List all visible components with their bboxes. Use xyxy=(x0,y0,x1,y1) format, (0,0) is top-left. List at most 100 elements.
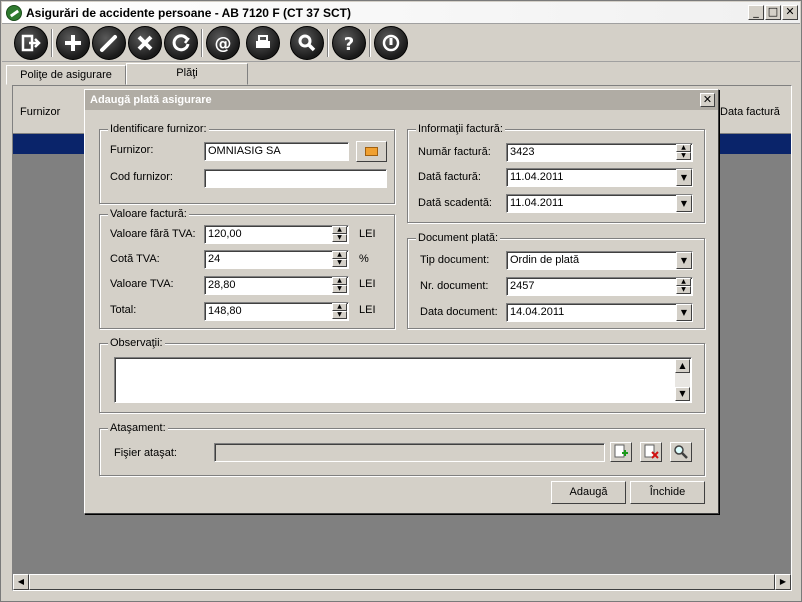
add-payment-dialog: Adaugă plată asigurare ✕ Identificare fu… xyxy=(84,89,719,514)
data-factura-field[interactable]: 11.04.2011 xyxy=(506,168,693,187)
tip-document-label: Tip document: xyxy=(420,254,490,266)
cota-tva-label: Cotă TVA: xyxy=(110,253,160,265)
toolbar-separator xyxy=(51,29,53,57)
toolbar: @ ? xyxy=(2,24,800,62)
group-informatii-label: Informaţii factură: xyxy=(416,123,505,135)
dialog-close-button[interactable]: ✕ xyxy=(700,93,715,107)
toolbar-separator xyxy=(327,29,329,57)
group-valoare-label: Valoare factură: xyxy=(108,208,189,220)
data-document-field[interactable]: 14.04.2011 xyxy=(506,303,693,322)
svg-text:?: ? xyxy=(344,34,354,55)
total-stepper[interactable]: ▲ ▼ xyxy=(332,303,347,320)
cota-tva-stepper[interactable]: ▲ ▼ xyxy=(332,251,347,268)
cota-tva-field[interactable]: 24 xyxy=(204,250,349,269)
valoare-tva-field[interactable]: 28,80 xyxy=(204,276,349,295)
maximize-button[interactable]: □ xyxy=(765,5,781,20)
scroll-left-icon[interactable]: ◀ xyxy=(13,574,29,590)
valoare-fara-tva-label: Valoare fără TVA: xyxy=(110,228,196,240)
scroll-right-icon[interactable]: ▶ xyxy=(775,574,791,590)
numar-factura-stepper[interactable]: ▲ ▼ xyxy=(676,144,691,161)
search-icon[interactable] xyxy=(290,26,324,60)
tip-document-field[interactable]: Ordin de plată xyxy=(506,251,693,270)
furnizor-field[interactable]: OMNIASIG SA xyxy=(204,142,349,161)
remove-file-button[interactable] xyxy=(640,442,662,462)
group-identificare: Identificare furnizor: Furnizor: OMNIASI… xyxy=(99,123,395,204)
dialog-title: Adaugă plată asigurare xyxy=(90,94,212,106)
help-icon[interactable]: ? xyxy=(332,26,366,60)
view-file-button[interactable] xyxy=(670,442,692,462)
main-window: Asigurări de accidente persoane - AB 712… xyxy=(0,0,802,602)
data-scadenta-dropdown-icon[interactable]: ▼ xyxy=(676,195,692,212)
adauga-button[interactable]: Adaugă xyxy=(551,481,626,504)
group-identificare-label: Identificare furnizor: xyxy=(108,123,209,135)
tab-plati[interactable]: Plăţi xyxy=(126,63,248,85)
attach-file-button[interactable] xyxy=(610,442,632,462)
group-informatii: Informaţii factură: Număr factură: 3423 … xyxy=(407,123,705,223)
fisier-atasat-label: Fişier ataşat: xyxy=(114,447,177,459)
add-file-icon xyxy=(614,444,628,458)
print-icon[interactable] xyxy=(246,26,280,60)
valoare-fara-tva-field[interactable]: 120,00 xyxy=(204,225,349,244)
group-valoare: Valoare factură: Valoare fără TVA: 120,0… xyxy=(99,208,395,329)
scroll-up-icon[interactable]: ▲ xyxy=(675,359,690,373)
valoare-tva-stepper[interactable]: ▲ ▼ xyxy=(332,277,347,294)
data-scadenta-label: Dată scadentă: xyxy=(418,197,492,209)
exit-icon[interactable] xyxy=(14,26,48,60)
remove-file-icon xyxy=(644,444,659,459)
close-button[interactable]: ✕ xyxy=(782,5,798,20)
nr-document-label: Nr. document: xyxy=(420,280,489,292)
toolbar-separator xyxy=(201,29,203,57)
data-factura-label: Dată factură: xyxy=(418,171,481,183)
edit-icon[interactable] xyxy=(92,26,126,60)
numar-factura-label: Număr factură: xyxy=(418,146,491,158)
group-atasament-label: Ataşament: xyxy=(108,422,168,434)
cod-furnizor-label: Cod furnizor: xyxy=(110,171,173,183)
scroll-thumb[interactable] xyxy=(29,574,775,590)
email-icon[interactable]: @ xyxy=(206,26,240,60)
nr-document-field[interactable]: 2457 xyxy=(506,277,693,296)
add-icon[interactable] xyxy=(56,26,90,60)
group-atasament: Ataşament: Fişier ataşat: xyxy=(99,422,705,476)
total-field[interactable]: 148,80 xyxy=(204,302,349,321)
tip-document-dropdown-icon[interactable]: ▼ xyxy=(676,252,692,269)
power-icon[interactable] xyxy=(374,26,408,60)
horizontal-scrollbar[interactable]: ◀ ▶ xyxy=(13,574,791,590)
magnifier-icon xyxy=(674,445,688,459)
refresh-icon[interactable] xyxy=(164,26,198,60)
data-scadenta-field[interactable]: 11.04.2011 xyxy=(506,194,693,213)
folder-icon xyxy=(365,147,378,156)
observatii-textarea[interactable] xyxy=(114,357,692,403)
nr-document-stepper[interactable]: ▲ ▼ xyxy=(676,278,691,295)
svg-text:@: @ xyxy=(215,34,232,54)
data-document-dropdown-icon[interactable]: ▼ xyxy=(676,304,692,321)
numar-factura-field[interactable]: 3423 xyxy=(506,143,693,162)
cod-furnizor-field[interactable] xyxy=(204,169,387,188)
data-factura-dropdown-icon[interactable]: ▼ xyxy=(676,169,692,186)
dialog-title-bar: Adaugă plată asigurare ✕ xyxy=(85,90,718,110)
group-observatii: Observaţii: ▲ ▼ xyxy=(99,337,705,413)
cota-tva-unit: % xyxy=(359,253,369,265)
group-document: Document plată: Tip document: Ordin de p… xyxy=(407,232,705,329)
observatii-scrollbar[interactable]: ▲ ▼ xyxy=(675,359,690,401)
app-logo-icon xyxy=(6,5,22,21)
tab-polite[interactable]: Poliţe de asigurare xyxy=(6,65,126,85)
valoare-fara-tva-unit: LEI xyxy=(359,228,376,240)
minimize-button[interactable]: _ xyxy=(748,5,764,20)
valoare-tva-unit: LEI xyxy=(359,278,376,290)
toolbar-separator xyxy=(369,29,371,57)
fisier-atasat-field xyxy=(214,443,605,462)
total-unit: LEI xyxy=(359,304,376,316)
furnizor-browse-button[interactable] xyxy=(356,141,387,162)
group-observatii-label: Observaţii: xyxy=(108,337,165,349)
data-document-label: Data document: xyxy=(420,306,498,318)
window-title: Asigurări de accidente persoane - AB 712… xyxy=(26,6,351,20)
inchide-button[interactable]: Închide xyxy=(630,481,705,504)
title-bar: Asigurări de accidente persoane - AB 712… xyxy=(2,2,800,24)
delete-icon[interactable] xyxy=(128,26,162,60)
column-furnizor[interactable]: Furnizor xyxy=(20,106,60,118)
column-data-factura[interactable]: Data factură xyxy=(720,106,780,118)
valoare-fara-tva-stepper[interactable]: ▲ ▼ xyxy=(332,226,347,243)
valoare-tva-label: Valoare TVA: xyxy=(110,278,174,290)
scroll-down-icon[interactable]: ▼ xyxy=(675,387,690,401)
group-document-label: Document plată: xyxy=(416,232,501,244)
